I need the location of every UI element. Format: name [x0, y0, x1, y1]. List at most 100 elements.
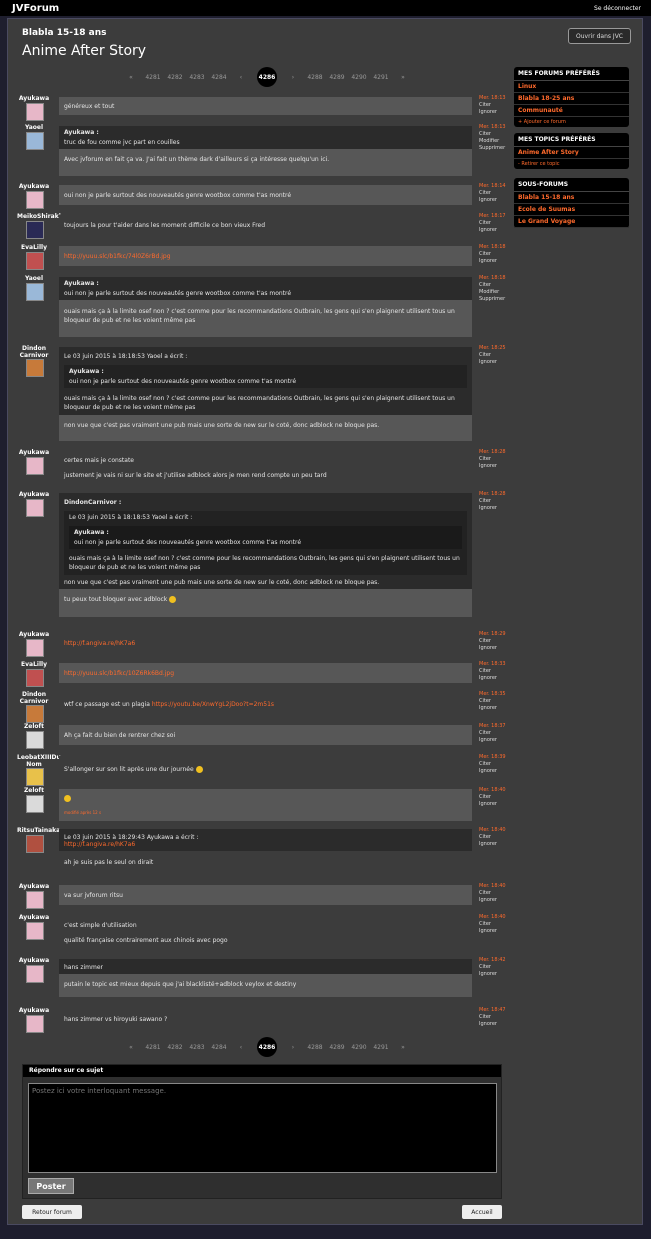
author-name[interactable]: RitsuTainaka	[17, 827, 60, 834]
post-date[interactable]: Mer. 18:33	[479, 661, 519, 668]
author-name[interactable]: Ayukawa	[17, 957, 51, 964]
avatar[interactable]	[26, 639, 44, 657]
avatar[interactable]	[26, 103, 44, 121]
avatar[interactable]	[26, 1015, 44, 1033]
cite-link[interactable]: Citer	[479, 834, 519, 841]
avatar[interactable]	[26, 221, 44, 239]
post-date[interactable]: Mer. 18:28	[479, 449, 519, 456]
author-name[interactable]: Ayukawa	[17, 449, 51, 456]
ignore-link[interactable]: Ignorer	[479, 705, 519, 712]
avatar[interactable]	[26, 191, 44, 209]
ignore-link[interactable]: Ignorer	[479, 258, 519, 265]
subforum-link[interactable]: Blabla 15-18 ans	[514, 192, 629, 204]
page-link[interactable]: 4282	[164, 1044, 186, 1051]
avatar[interactable]	[26, 499, 44, 517]
post-date[interactable]: Mer. 18:29	[479, 631, 519, 638]
page-link[interactable]: 4290	[348, 1044, 370, 1051]
ignore-link[interactable]: Ignorer	[479, 801, 519, 808]
edit-link[interactable]: Modifier	[479, 289, 519, 296]
post-date[interactable]: Mer. 18:18	[479, 244, 519, 251]
next-page-link[interactable]: ›	[282, 74, 304, 81]
cite-link[interactable]: Citer	[479, 251, 519, 258]
ignore-link[interactable]: Ignorer	[479, 359, 519, 366]
cite-link[interactable]: Citer	[479, 890, 519, 897]
ignore-link[interactable]: Ignorer	[479, 109, 519, 116]
delete-link[interactable]: Supprimer	[479, 145, 519, 152]
cite-link[interactable]: Citer	[479, 638, 519, 645]
cite-link[interactable]: Citer	[479, 964, 519, 971]
ignore-link[interactable]: Ignorer	[479, 463, 519, 470]
avatar[interactable]	[26, 922, 44, 940]
post-date[interactable]: Mer. 18:13	[479, 95, 519, 102]
page-link[interactable]: 4289	[326, 1044, 348, 1051]
ignore-link[interactable]: Ignorer	[479, 971, 519, 978]
post-date[interactable]: Mer. 18:17	[479, 213, 519, 220]
page-link[interactable]: 4284	[208, 74, 230, 81]
avatar[interactable]	[26, 965, 44, 983]
edit-link[interactable]: Modifier	[479, 138, 519, 145]
author-name[interactable]: Zeloft	[17, 723, 51, 730]
forum-name[interactable]: Blabla 15-18 ans	[22, 28, 107, 38]
author-name[interactable]: Ayukawa	[17, 883, 51, 890]
cite-link[interactable]: Citer	[479, 498, 519, 505]
author-name[interactable]: Ayukawa	[17, 1007, 51, 1014]
page-link[interactable]: 4291	[370, 1044, 392, 1051]
post-date[interactable]: Mer. 18:42	[479, 957, 519, 964]
cite-link[interactable]: Citer	[479, 730, 519, 737]
author-name[interactable]: Ayukawa	[17, 183, 51, 190]
avatar[interactable]	[26, 731, 44, 749]
open-jvc-button[interactable]: Ouvrir dans JVC	[568, 28, 631, 44]
author-name[interactable]: LeobatXIIIDu Nom	[17, 754, 61, 768]
ignore-link[interactable]: Ignorer	[479, 505, 519, 512]
ignore-link[interactable]: Ignorer	[479, 928, 519, 935]
page-link[interactable]: 4283	[186, 74, 208, 81]
ignore-link[interactable]: Ignorer	[479, 675, 519, 682]
image-link[interactable]: http://yuuu.slc/b1fkc/74l0Z6rBd.jpg	[64, 253, 171, 260]
ignore-link[interactable]: Ignorer	[479, 768, 519, 775]
delete-link[interactable]: Supprimer	[479, 296, 519, 303]
logout-link[interactable]: Se déconnecter	[594, 5, 641, 12]
post-date[interactable]: Mer. 18:40	[479, 883, 519, 890]
favorite-forum-link[interactable]: Linux	[514, 81, 629, 93]
author-name[interactable]: EvaLilly	[17, 244, 51, 251]
ignore-link[interactable]: Ignorer	[479, 197, 519, 204]
cite-link[interactable]: Citer	[479, 921, 519, 928]
page-link[interactable]: 4282	[164, 74, 186, 81]
avatar[interactable]	[26, 669, 44, 687]
author-name[interactable]: Dindon Carnivor	[17, 691, 51, 705]
cite-link[interactable]: Citer	[479, 668, 519, 675]
page-link[interactable]: 4284	[208, 1044, 230, 1051]
cite-link[interactable]: Citer	[479, 282, 519, 289]
post-date[interactable]: Mer. 18:14	[479, 183, 519, 190]
first-page-link[interactable]: «	[120, 1044, 142, 1051]
avatar[interactable]	[26, 891, 44, 909]
first-page-link[interactable]: «	[120, 74, 142, 81]
post-date[interactable]: Mer. 18:35	[479, 691, 519, 698]
post-date[interactable]: Mer. 18:37	[479, 723, 519, 730]
add-forum-link[interactable]: + Ajouter ce forum	[514, 117, 629, 127]
ignore-link[interactable]: Ignorer	[479, 897, 519, 904]
cite-link[interactable]: Citer	[479, 220, 519, 227]
avatar[interactable]	[26, 795, 44, 813]
post-button[interactable]: Poster	[28, 1178, 74, 1194]
page-link[interactable]: 4288	[304, 1044, 326, 1051]
page-link[interactable]: 4291	[370, 74, 392, 81]
post-date[interactable]: Mer. 18:25	[479, 345, 519, 352]
image-link[interactable]: http://f.angiva.re/hK7a6	[64, 640, 135, 647]
subforum-link[interactable]: Le Grand Voyage	[514, 216, 629, 228]
cite-link[interactable]: Citer	[479, 102, 519, 109]
page-link[interactable]: 4290	[348, 74, 370, 81]
cite-link[interactable]: Citer	[479, 131, 519, 138]
prev-page-link[interactable]: ‹	[230, 1044, 252, 1051]
avatar[interactable]	[26, 283, 44, 301]
author-name[interactable]: Ayukawa	[17, 914, 51, 921]
youtube-link[interactable]: https://youtu.be/XnwYgL2jDoo?t=2m51s	[152, 701, 274, 708]
page-link[interactable]: 4289	[326, 74, 348, 81]
page-link[interactable]: 4288	[304, 74, 326, 81]
author-name[interactable]: Zeloft	[17, 787, 51, 794]
post-date[interactable]: Mer. 18:18	[479, 275, 519, 282]
avatar[interactable]	[26, 835, 44, 853]
ignore-link[interactable]: Ignorer	[479, 841, 519, 848]
ignore-link[interactable]: Ignorer	[479, 227, 519, 234]
favorite-forum-link[interactable]: Blabla 18-25 ans	[514, 93, 629, 105]
